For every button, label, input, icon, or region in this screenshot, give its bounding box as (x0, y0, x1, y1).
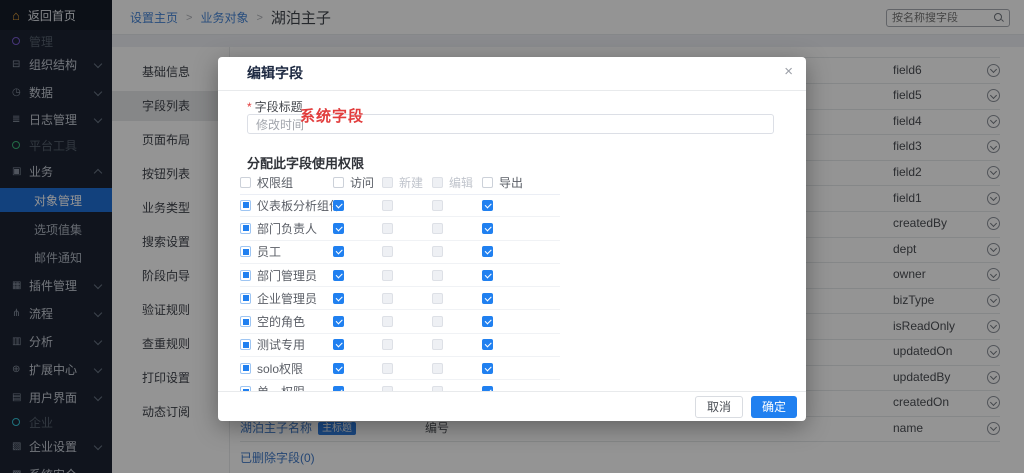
permission-row: solo权限 (240, 357, 560, 380)
permission-table-header: 权限组 访问 新建 编辑 导出 (240, 170, 560, 195)
select-all-export-checkbox[interactable] (482, 177, 493, 188)
group-checkbox[interactable] (240, 363, 251, 374)
column-label: 导出 (499, 174, 523, 191)
export-checkbox[interactable] (482, 270, 493, 281)
group-name: 企业管理员 (257, 290, 317, 307)
group-name: 测试专用 (257, 336, 305, 353)
create-checkbox (382, 293, 393, 304)
select-all-access-checkbox[interactable] (333, 177, 344, 188)
access-checkbox[interactable] (333, 339, 344, 350)
access-checkbox[interactable] (333, 293, 344, 304)
permission-row: 空的角色 (240, 311, 560, 334)
edit-checkbox (432, 270, 443, 281)
modal-footer: 取消 确定 (218, 391, 806, 421)
group-checkbox[interactable] (240, 200, 251, 211)
group-checkbox[interactable] (240, 246, 251, 257)
group-checkbox[interactable] (240, 223, 251, 234)
modal-title: 编辑字段 (247, 57, 303, 90)
access-checkbox[interactable] (333, 246, 344, 257)
export-checkbox[interactable] (482, 293, 493, 304)
confirm-button[interactable]: 确定 (751, 396, 797, 418)
edit-checkbox (432, 363, 443, 374)
select-all-edit-checkbox (432, 177, 443, 188)
edit-checkbox (432, 200, 443, 211)
access-checkbox[interactable] (333, 223, 344, 234)
export-checkbox[interactable] (482, 223, 493, 234)
permission-row: 仪表板分析组件 (240, 194, 560, 217)
create-checkbox (382, 200, 393, 211)
cancel-button[interactable]: 取消 (695, 396, 743, 418)
group-name: solo权限 (257, 360, 303, 377)
group-checkbox[interactable] (240, 339, 251, 350)
field-title-label: *字段标题 (247, 98, 303, 115)
permission-row: 部门负责人 (240, 217, 560, 240)
close-icon[interactable]: × (784, 64, 793, 79)
export-checkbox[interactable] (482, 339, 493, 350)
create-checkbox (382, 316, 393, 327)
access-checkbox[interactable] (333, 200, 344, 211)
group-name: 部门负责人 (257, 220, 317, 237)
create-checkbox (382, 363, 393, 374)
access-checkbox[interactable] (333, 363, 344, 374)
group-name: 仪表板分析组件 (257, 197, 341, 214)
modal-header-divider (218, 90, 806, 91)
access-checkbox[interactable] (333, 270, 344, 281)
column-label: 新建 (399, 174, 423, 191)
export-checkbox[interactable] (482, 200, 493, 211)
group-checkbox[interactable] (240, 270, 251, 281)
create-checkbox (382, 223, 393, 234)
edit-checkbox (432, 293, 443, 304)
select-all-groups-checkbox[interactable] (240, 177, 251, 188)
system-field-annotation: 系统字段 (300, 105, 364, 126)
group-name: 部门管理员 (257, 267, 317, 284)
edit-checkbox (432, 339, 443, 350)
access-checkbox[interactable] (333, 316, 344, 327)
group-name: 员工 (257, 243, 281, 260)
create-checkbox (382, 339, 393, 350)
group-checkbox[interactable] (240, 293, 251, 304)
create-checkbox (382, 270, 393, 281)
group-name: 空的角色 (257, 313, 305, 330)
permission-row: 企业管理员 (240, 287, 560, 310)
edit-field-modal: 编辑字段 × *字段标题 系统字段 分配此字段使用权限 权限组 访问 新建 编辑… (218, 57, 806, 421)
permission-row: 单一权限 (240, 380, 560, 391)
export-checkbox[interactable] (482, 246, 493, 257)
select-all-create-checkbox (382, 177, 393, 188)
required-asterisk: * (247, 100, 252, 114)
permission-row: 测试专用 (240, 334, 560, 357)
permission-row: 部门管理员 (240, 264, 560, 287)
edit-checkbox (432, 246, 443, 257)
permission-table-body: 仪表板分析组件 部门负责人 员工 部门管理员 (240, 194, 560, 391)
export-checkbox[interactable] (482, 363, 493, 374)
column-label: 权限组 (257, 174, 293, 191)
create-checkbox (382, 246, 393, 257)
column-label: 访问 (350, 174, 374, 191)
permission-row: 员工 (240, 241, 560, 264)
edit-checkbox (432, 223, 443, 234)
export-checkbox[interactable] (482, 316, 493, 327)
group-checkbox[interactable] (240, 316, 251, 327)
edit-checkbox (432, 316, 443, 327)
app-window: ⌂ 返回首页 管理 ⊟ 组织结构 ◷ 数据 ≣ 日志管理 平台工具 ▣ 业务 对… (0, 0, 1024, 473)
group-name: 单一权限 (257, 383, 305, 391)
column-label: 编辑 (449, 174, 473, 191)
